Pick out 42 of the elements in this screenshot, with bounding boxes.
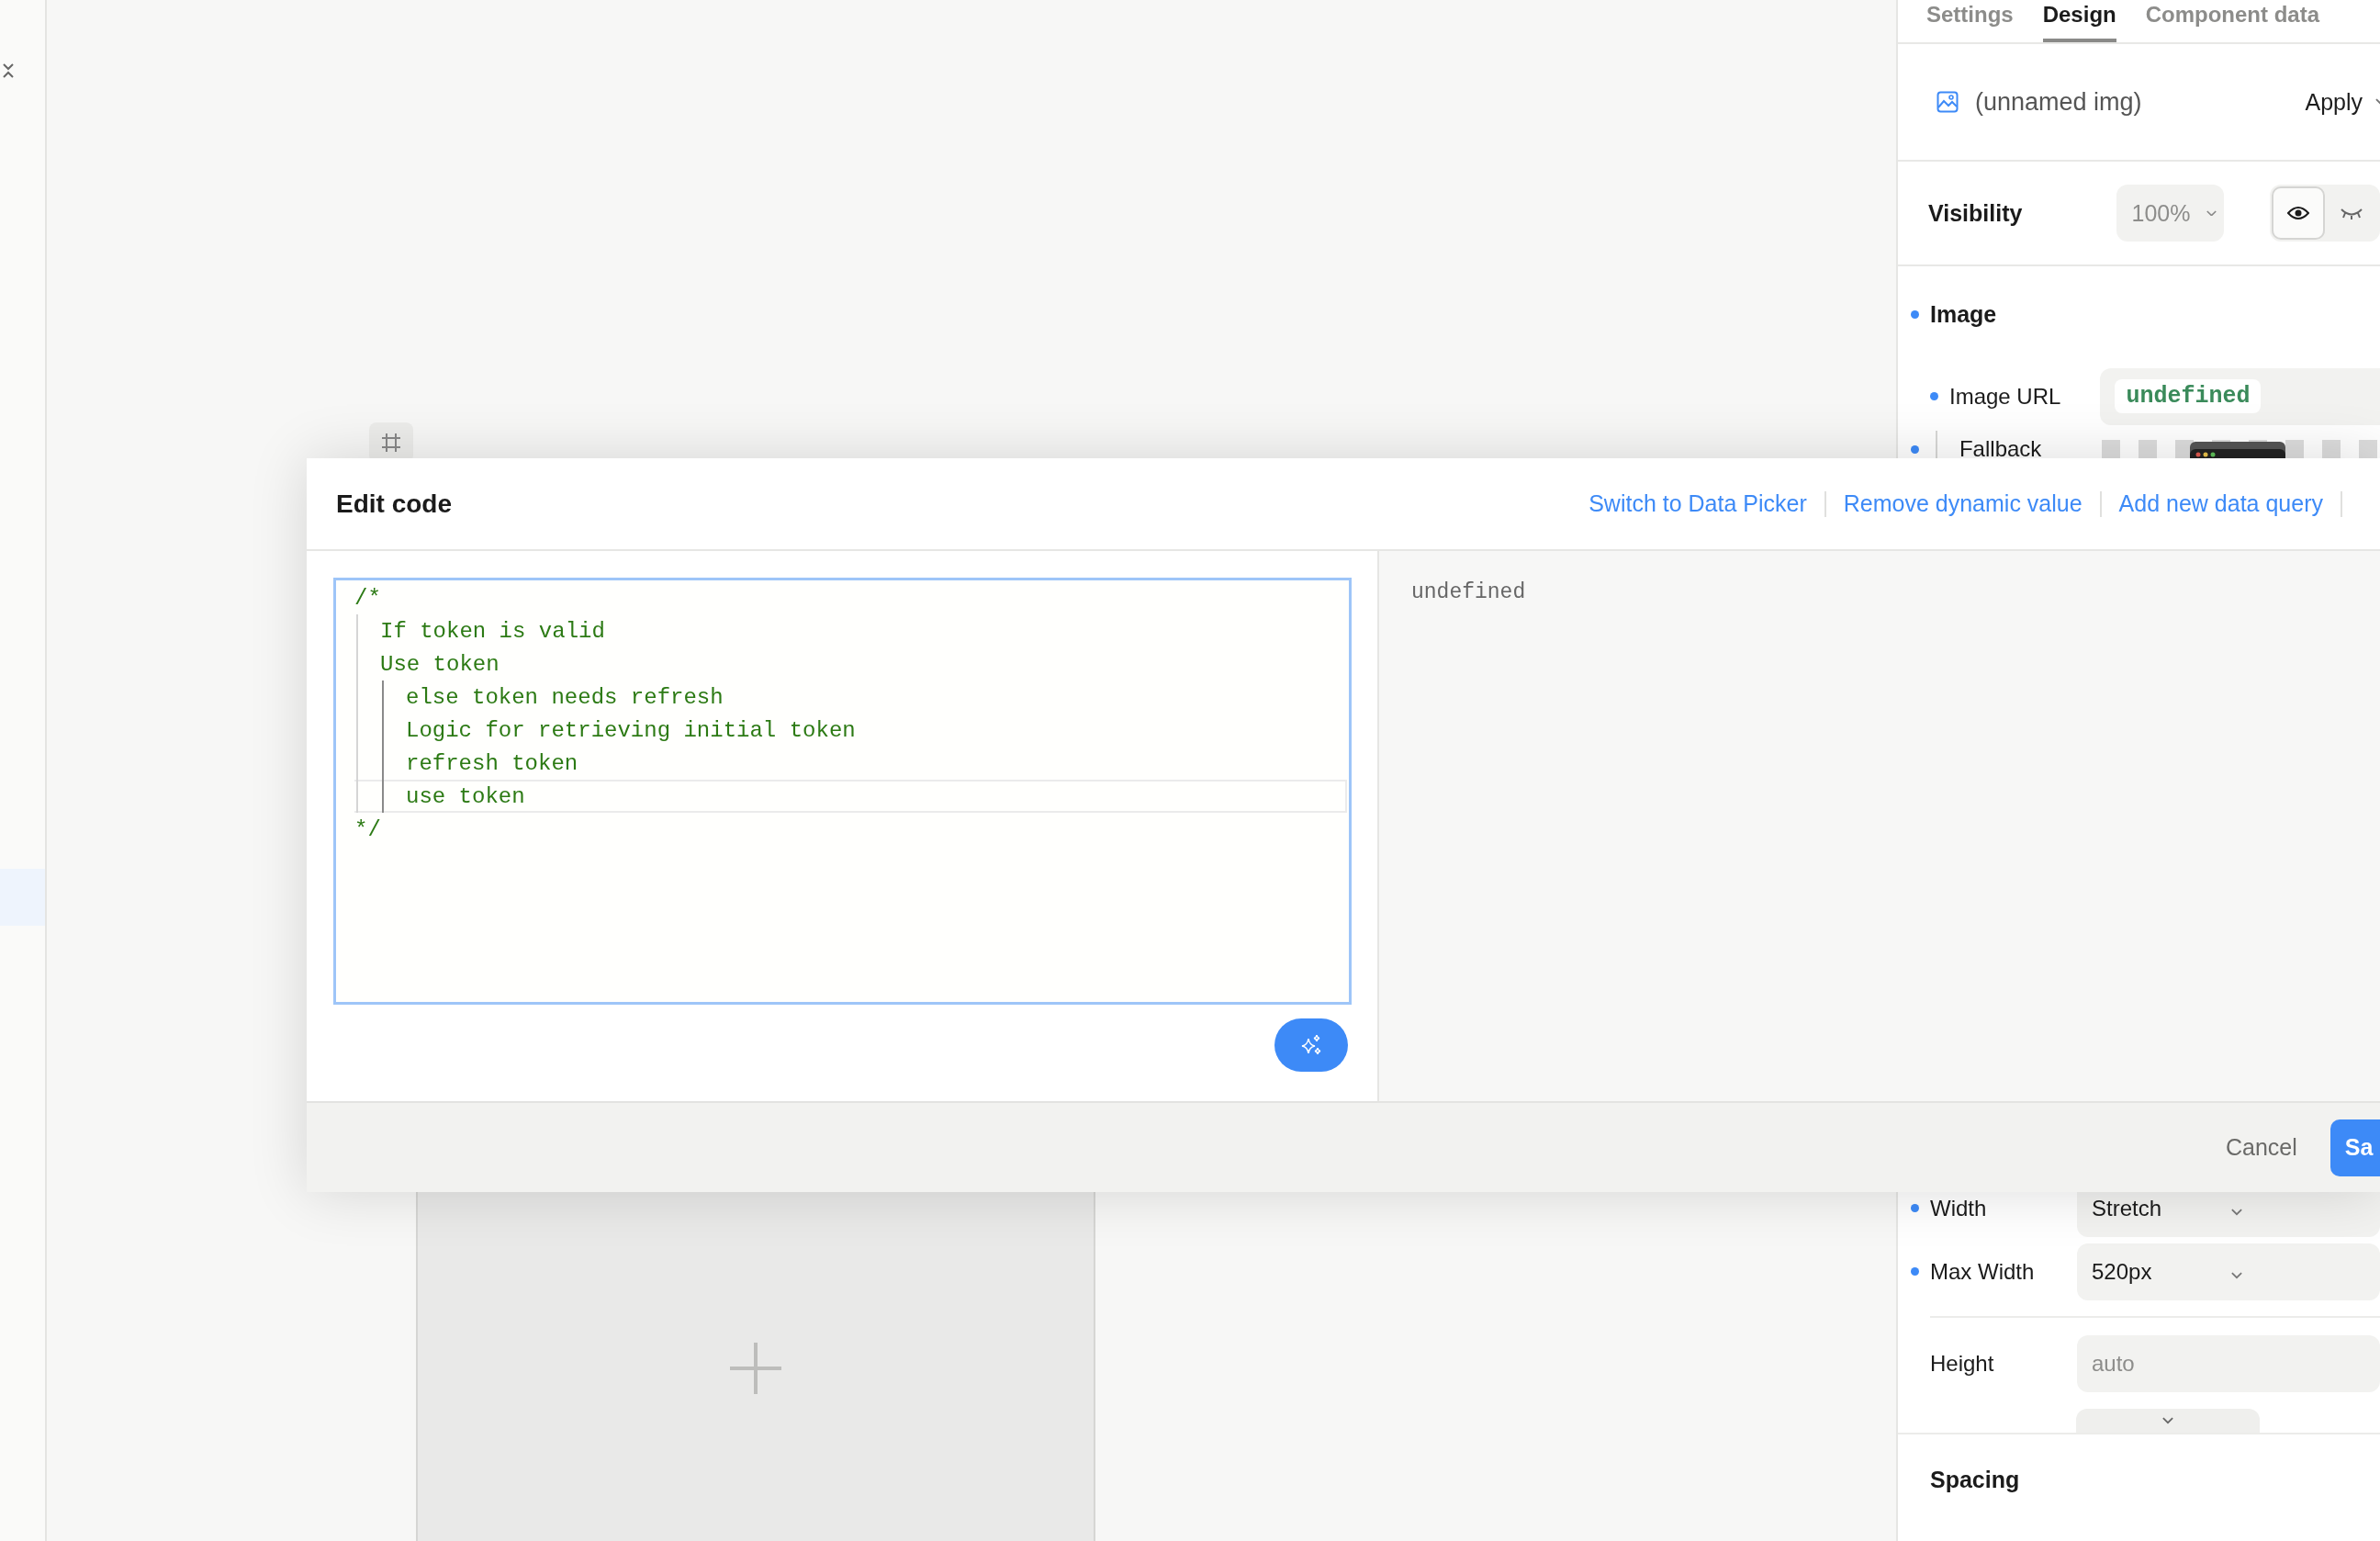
collapse-icon[interactable] [2, 62, 15, 79]
panel-tab[interactable]: Design [2042, 1, 2116, 42]
sparkle-icon [1299, 1033, 1323, 1057]
code-line: /* [354, 584, 382, 613]
ai-assist-button[interactable] [1274, 1018, 1348, 1072]
code-line: use token [354, 780, 1347, 813]
save-button[interactable]: Sa [2329, 1119, 2380, 1176]
field-label: Fallback [1959, 436, 2043, 462]
panel-tab[interactable]: Component data [2145, 1, 2320, 42]
code-line: else token needs refresh [354, 681, 1347, 714]
frame-icon [381, 433, 401, 453]
cancel-button[interactable]: Cancel [2220, 1133, 2303, 1162]
url-field[interactable]: undefined [2100, 367, 2380, 425]
code-line: refresh token [354, 747, 1347, 780]
eye-icon [2287, 206, 2309, 220]
dialog-title: Edit code [336, 489, 452, 519]
apply-dropdown[interactable]: Apply [2305, 88, 2380, 116]
result-preview: undefined [1411, 580, 1526, 604]
section-label: Visibility [1928, 199, 2024, 227]
section-title: Image [1930, 300, 1997, 328]
code-line: */ [354, 815, 382, 844]
code-line: Logic for retrieving initial token [354, 714, 1347, 747]
dialog-link[interactable]: Remove dynamic value [1843, 490, 2082, 517]
visibility-toggle[interactable] [2272, 186, 2325, 240]
image-icon [1937, 91, 1959, 113]
panel-tab[interactable]: Settings [1926, 1, 2014, 42]
field-label: Image URL [1949, 383, 2061, 410]
dialog-link[interactable]: Add new data query [2118, 490, 2323, 517]
component-name: (unnamed img) [1975, 87, 2142, 117]
plus-icon[interactable] [728, 1341, 783, 1396]
select-field[interactable]: 520px [2077, 1243, 2380, 1300]
field-label: Height [1930, 1350, 1995, 1377]
code-editor[interactable]: /* If token is valid Use token else token needs refresh Logic for retrieving initial token refresh token use token */ [333, 578, 1352, 1005]
dialog-link[interactable]: Switch to Data Picker [1589, 490, 1807, 517]
eye-closed-icon [2341, 207, 2363, 219]
field-label: Width [1930, 1195, 1988, 1221]
input-field[interactable]: auto [2077, 1334, 2380, 1392]
code-line: If token is valid [354, 614, 1347, 647]
opacity-dropdown[interactable]: 100% [2116, 185, 2224, 242]
field-label: Max Width [1930, 1258, 2036, 1285]
code-line: Use token [354, 647, 1347, 681]
section-title: Spacing [1930, 1466, 2020, 1493]
